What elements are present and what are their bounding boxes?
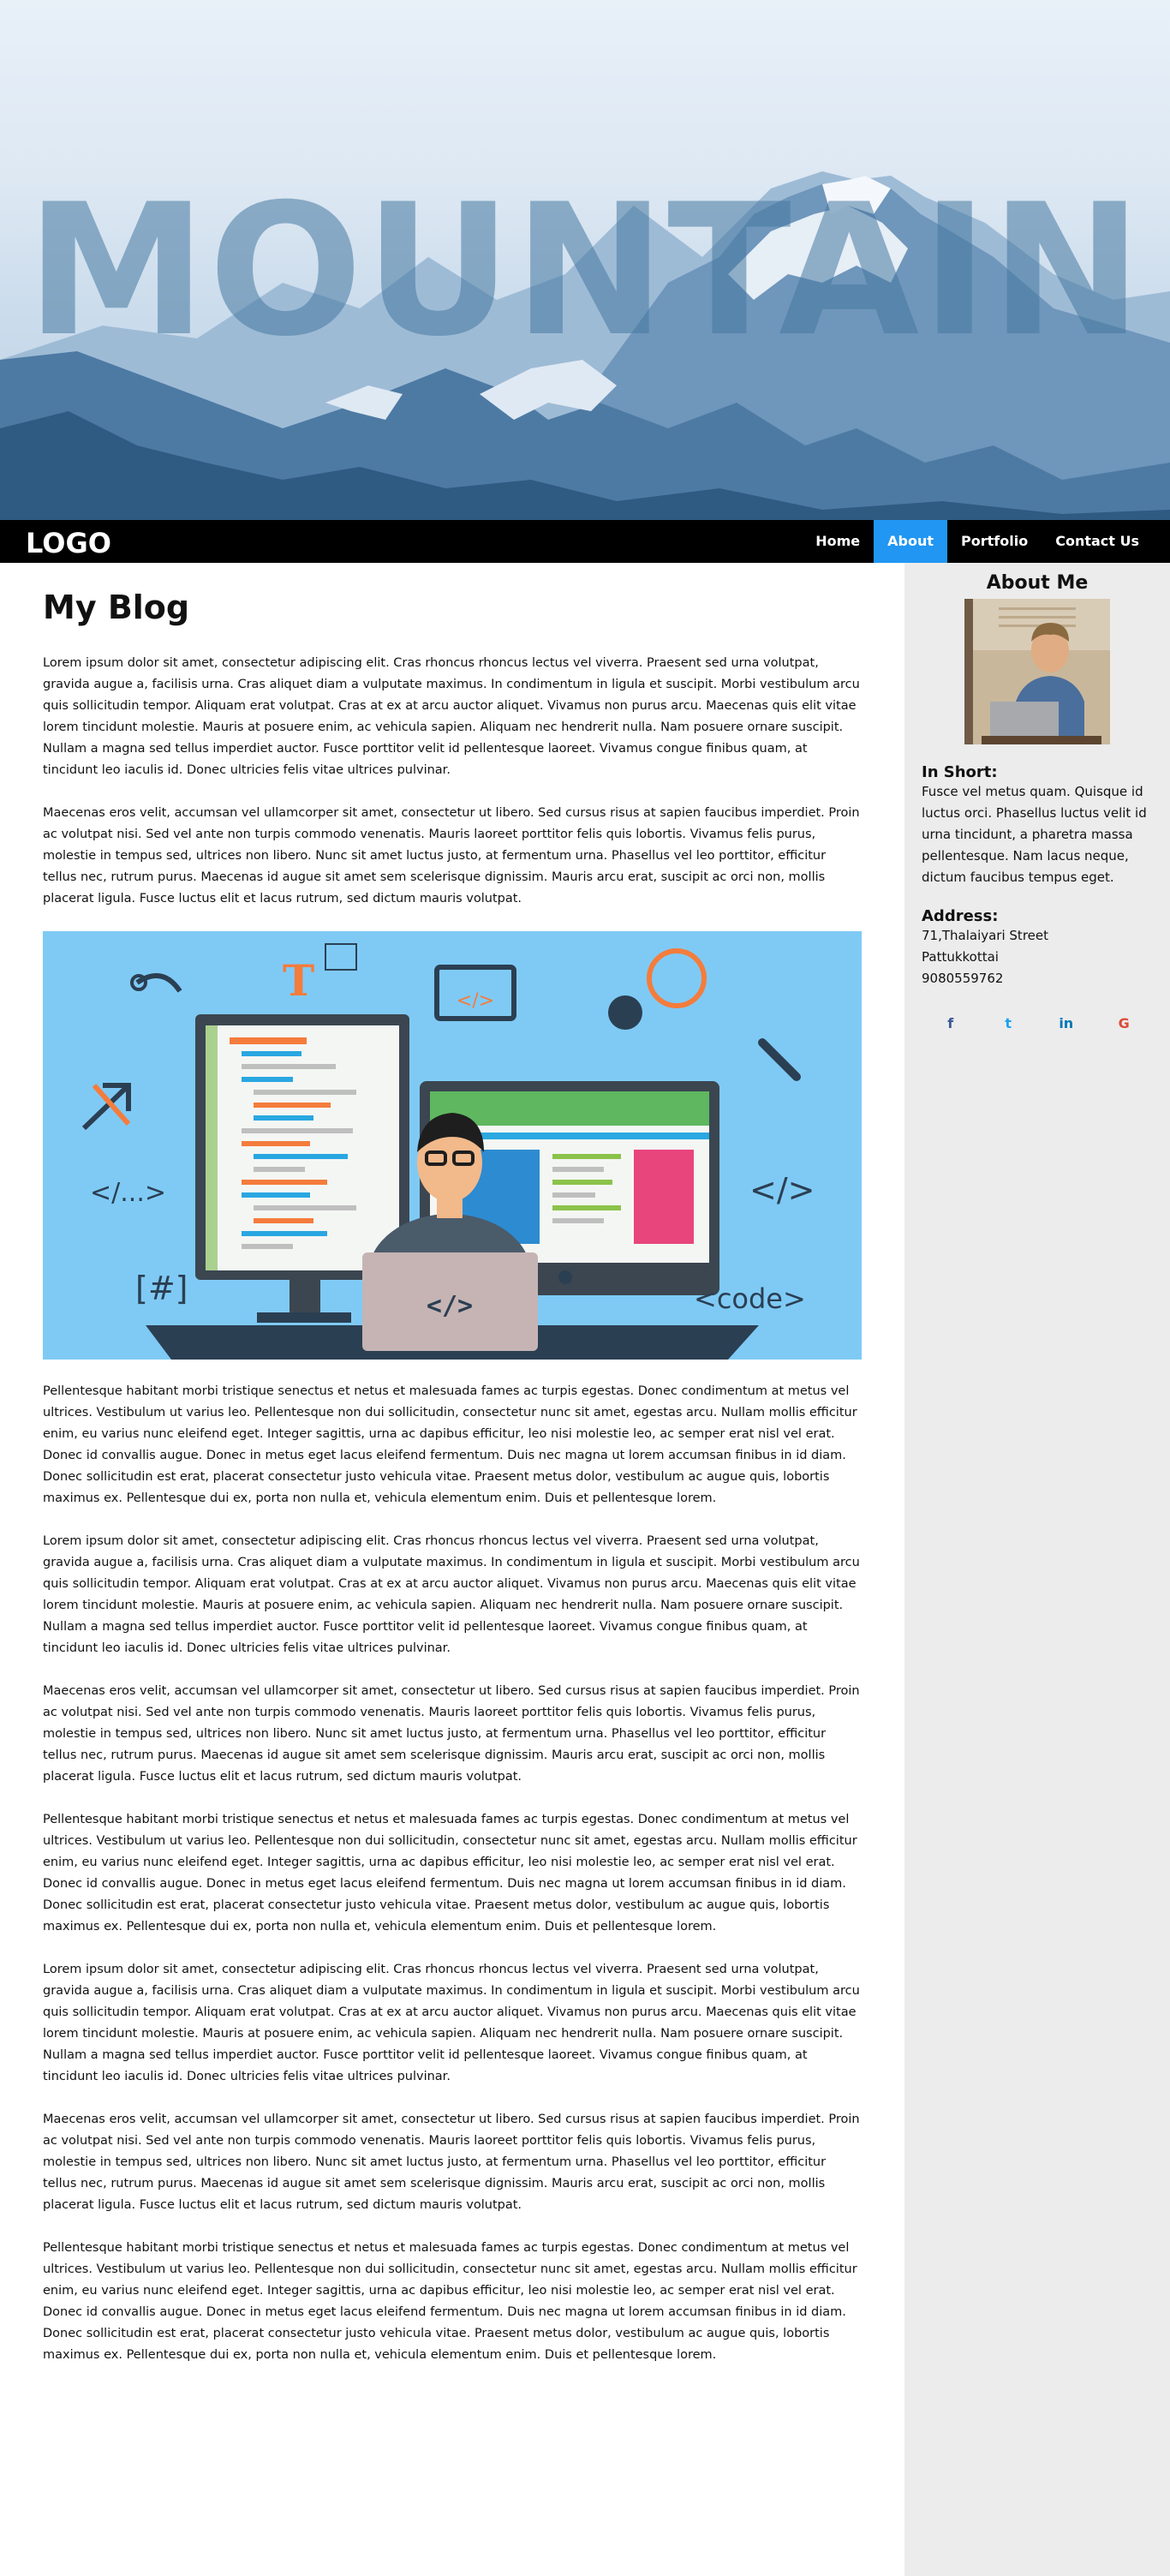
hero-title: MOUNTAIN [26, 164, 1144, 376]
code-word-label: <code> [694, 1282, 806, 1315]
nav-item-contact-us[interactable]: Contact Us [1042, 520, 1153, 563]
nav-menu: Home About Portfolio Contact Us [802, 520, 1153, 563]
blog-paragraph: Maecenas eros velit, accumsan vel ullamc… [43, 806, 860, 905]
gear-icon [608, 995, 642, 1030]
blog-paragraph: Maecenas eros velit, accumsan vel ullamc… [43, 1684, 860, 1784]
laptop-code-label: </> [427, 1291, 473, 1321]
blog-content: My Blog Lorem ipsum dolor sit amet, cons… [43, 588, 862, 2388]
developer-illustration: </> </...> </> [#] <code> T </> [43, 931, 862, 1360]
blog-paragraph: Pellentesque habitant morbi tristique se… [43, 2241, 857, 2362]
page-title: My Blog [43, 589, 190, 626]
nav-item-portfolio[interactable]: Portfolio [947, 520, 1042, 563]
nav-item-home[interactable]: Home [802, 520, 874, 563]
avatar [964, 599, 1110, 744]
address-line: 71,Thalaiyari Street [922, 928, 1048, 943]
facebook-icon[interactable]: f [934, 1015, 968, 1031]
in-short-heading: In Short: [922, 763, 998, 781]
blog-paragraph: Pellentesque habitant morbi tristique se… [43, 1384, 857, 1505]
blog-paragraph: Lorem ipsum dolor sit amet, consectetur … [43, 1534, 860, 1655]
sidebar: About Me In Short: Fusce vel metus quam.… [904, 563, 1170, 2576]
google-icon[interactable]: G [1107, 1015, 1141, 1031]
linkedin-icon[interactable]: in [1049, 1015, 1083, 1031]
hero-banner: MOUNTAIN [0, 0, 1170, 520]
blog-paragraph: Lorem ipsum dolor sit amet, consectetur … [43, 656, 860, 777]
nav-item-about[interactable]: About [874, 520, 948, 563]
top-navbar: LOGO Home About Portfolio Contact Us [0, 520, 1170, 563]
social-links: f t in G [904, 1015, 1170, 1031]
site-logo[interactable]: LOGO [26, 527, 111, 559]
hash-label: [#] [135, 1270, 188, 1307]
address-heading: Address: [922, 907, 999, 925]
address-line: Pattukkottai [922, 949, 999, 965]
sidebar-title: About Me [986, 572, 1089, 594]
blog-paragraph: Lorem ipsum dolor sit amet, consectetur … [43, 1963, 860, 2083]
in-short-section: In Short: Fusce vel metus quam. Quisque … [904, 763, 1170, 888]
screen-code-label: </> [457, 990, 494, 1012]
blog-paragraph: Maecenas eros velit, accumsan vel ullamc… [43, 2113, 860, 2212]
tag-dots-label: </...> [90, 1178, 166, 1208]
t-letter-label: T [283, 955, 314, 1006]
tag-close-label: </> [749, 1171, 815, 1209]
phone-number: 9080559762 [922, 971, 1004, 986]
address-section: Address: 71,Thalaiyari Street Pattukkott… [904, 907, 1170, 989]
blog-paragraph: Pellentesque habitant morbi tristique se… [43, 1813, 857, 1933]
in-short-text: Fusce vel metus quam. Quisque id luctus … [922, 784, 1147, 885]
twitter-icon[interactable]: t [991, 1015, 1025, 1031]
